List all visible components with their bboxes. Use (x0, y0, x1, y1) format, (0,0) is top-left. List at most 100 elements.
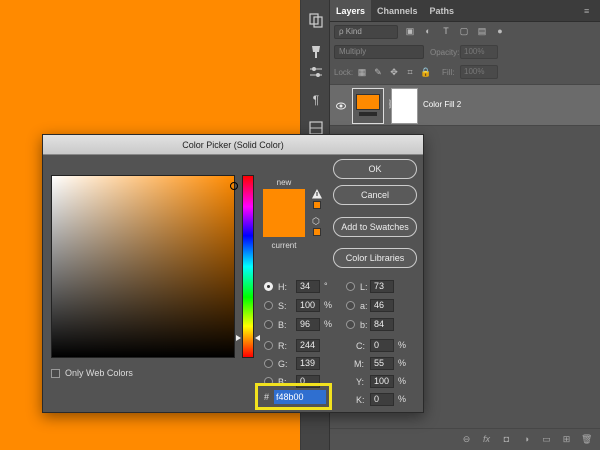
color-libraries-button[interactable]: Color Libraries (333, 248, 417, 268)
brush-presets-icon[interactable] (308, 44, 324, 60)
yellow-unit: % (398, 376, 407, 386)
color-field[interactable] (51, 175, 238, 358)
red-field[interactable]: 244 (296, 339, 320, 352)
out-of-gamut-warning-icon[interactable] (312, 189, 322, 199)
lock-paint-icon[interactable]: ✎ (372, 66, 384, 78)
ok-button[interactable]: OK (333, 159, 417, 179)
visibility-eye-icon[interactable] (336, 101, 346, 111)
b-field[interactable]: 84 (370, 318, 394, 331)
red-label: R: (278, 341, 287, 351)
layer-name[interactable]: Color Fill 2 (423, 100, 461, 109)
panel-tabs: Layers Channels Paths ≡ (330, 0, 600, 22)
cancel-button[interactable]: Cancel (333, 185, 417, 205)
black-label: K: (356, 395, 365, 405)
b-radio[interactable] (346, 320, 355, 329)
green-radio[interactable] (264, 359, 273, 368)
smart-object-filter-icon[interactable]: ▤ (476, 25, 488, 37)
new-layer-icon[interactable]: ⊞ (561, 434, 572, 445)
cyan-field[interactable]: 0 (370, 339, 394, 352)
hex-highlight: # f48b00 (255, 383, 332, 410)
current-color-swatch[interactable] (263, 213, 305, 237)
lightness-label: L: (360, 282, 368, 292)
paragraph-icon[interactable]: ¶ (308, 92, 324, 108)
opacity-field[interactable]: 100% (460, 45, 498, 59)
new-group-icon[interactable]: ▭ (541, 434, 552, 445)
lightness-field[interactable]: 73 (370, 280, 394, 293)
opacity-label: Opacity: (430, 48, 460, 57)
hue-radio[interactable] (264, 282, 273, 291)
pixel-filter-icon[interactable]: ▣ (404, 25, 416, 37)
yellow-field[interactable]: 100 (370, 375, 394, 388)
filter-row: ρ Kind ▣ ◐ T ▢ ▤ ● (330, 22, 600, 42)
black-unit: % (398, 394, 407, 404)
new-color-label: new (276, 178, 292, 187)
fill-color-swatch (356, 94, 380, 110)
color-field-marker[interactable] (230, 182, 238, 190)
fill-field[interactable]: 100% (460, 65, 498, 79)
panel-menu-icon[interactable]: ≡ (584, 0, 600, 21)
adjustment-filter-icon[interactable]: ◐ (422, 25, 434, 37)
lock-all-icon[interactable]: 🔒 (420, 66, 432, 78)
blend-row: Multiply Opacity: 100% (330, 42, 600, 62)
fx-icon[interactable]: fx (481, 434, 492, 445)
magenta-label: M: (354, 359, 364, 369)
saturation-radio[interactable] (264, 301, 273, 310)
lock-artboard-icon[interactable]: ⌗ (404, 66, 416, 78)
green-label: G: (278, 359, 288, 369)
link-layers-icon[interactable]: ⊖ (461, 434, 472, 445)
a-radio[interactable] (346, 301, 355, 310)
brightness-field[interactable]: 96 (296, 318, 320, 331)
tab-channels[interactable]: Channels (371, 0, 424, 21)
layer-mask-thumbnail[interactable] (391, 88, 418, 124)
adjustments-icon[interactable] (308, 64, 324, 80)
hex-field[interactable]: f48b00 (274, 390, 326, 404)
add-mask-icon[interactable]: ◘ (501, 434, 512, 445)
lock-row: Lock: ▦ ✎ ✥ ⌗ 🔒 Fill: 100% (330, 62, 600, 82)
brightness-unit: % (324, 319, 333, 329)
web-safe-warning-icon[interactable]: ⬡ (312, 216, 322, 226)
color-picker-dialog: Color Picker (Solid Color) new current ⬡… (42, 134, 424, 413)
hue-slider-handle-left[interactable] (236, 335, 241, 341)
only-web-colors-label: Only Web Colors (65, 368, 133, 378)
a-label: a: (360, 301, 368, 311)
tab-paths[interactable]: Paths (424, 0, 461, 21)
green-field[interactable]: 139 (296, 357, 320, 370)
yellow-label: Y: (356, 377, 365, 387)
a-field[interactable]: 46 (370, 299, 394, 312)
brightness-label: B: (278, 320, 287, 330)
add-to-swatches-button[interactable]: Add to Swatches (333, 217, 417, 237)
red-radio[interactable] (264, 341, 273, 350)
hue-field[interactable]: 34 (296, 280, 320, 293)
current-color-label: current (271, 241, 297, 250)
only-web-colors-checkbox[interactable] (51, 368, 60, 378)
shape-filter-icon[interactable]: ▢ (458, 25, 470, 37)
tab-layers[interactable]: Layers (330, 0, 372, 21)
gamut-color-swatch[interactable] (313, 201, 321, 209)
new-color-swatch (263, 189, 305, 213)
magenta-field[interactable]: 55 (370, 357, 394, 370)
lock-label: Lock: (334, 68, 354, 77)
type-filter-icon[interactable]: T (440, 25, 452, 37)
new-adjustment-icon[interactable]: ◑ (521, 434, 532, 445)
b-label: b: (360, 320, 368, 330)
lock-position-icon[interactable]: ✥ (388, 66, 400, 78)
swatches-panel-icon[interactable] (308, 12, 324, 28)
hue-slider[interactable] (242, 175, 254, 358)
kind-filter-select[interactable]: ρ Kind (334, 25, 398, 39)
layer-row[interactable]: ⛓ Color Fill 2 (330, 84, 600, 126)
blend-mode-select[interactable]: Multiply (334, 45, 424, 59)
trash-icon[interactable]: 🗑 (581, 434, 592, 445)
lightness-radio[interactable] (346, 282, 355, 291)
fill-layer-thumbnail[interactable] (352, 88, 384, 124)
filter-toggle-icon[interactable]: ● (494, 25, 506, 37)
brightness-radio[interactable] (264, 320, 273, 329)
hue-slider-handle-right[interactable] (255, 335, 260, 341)
fill-label: Fill: (442, 68, 455, 77)
lock-transparent-icon[interactable]: ▦ (356, 66, 368, 78)
hex-hash-label: # (264, 392, 270, 402)
only-web-colors-option[interactable]: Only Web Colors (51, 368, 133, 378)
web-safe-color-swatch[interactable] (313, 228, 321, 236)
black-field[interactable]: 0 (370, 393, 394, 406)
saturation-field[interactable]: 100 (296, 299, 320, 312)
hue-unit: ° (324, 281, 328, 291)
